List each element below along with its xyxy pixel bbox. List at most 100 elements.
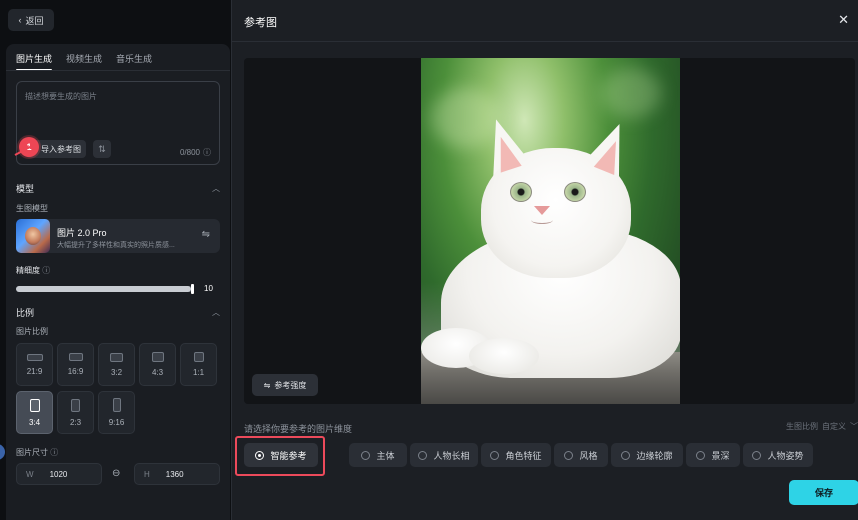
ratio-shape-icon (112, 398, 121, 412)
ratio-shape-icon (110, 352, 123, 362)
width-input[interactable]: W 1020 (16, 463, 102, 485)
sliders-icon: ⇋ (263, 380, 271, 390)
option-character[interactable]: 角色特征 (481, 443, 551, 467)
radio-icon (490, 450, 500, 460)
ratio-4-3[interactable]: 4:3 (139, 343, 176, 386)
ratio-label: 1:1 (192, 368, 205, 377)
option-label: 主体 (376, 450, 395, 461)
link-icon[interactable]: ⊖ (112, 468, 120, 479)
precision-slider-thumb[interactable] (191, 284, 194, 294)
cat-nose (534, 206, 550, 215)
ratio-21-9[interactable]: 21:9 (16, 343, 53, 386)
chevron-up-icon[interactable]: ︿ (212, 183, 220, 194)
close-icon[interactable]: ✕ (838, 12, 849, 28)
ratio-9-16[interactable]: 9:16 (98, 391, 135, 434)
prompt-input[interactable]: 描述想要生成的图片 导入参考图 1 ⇅ 0/800 ⓘ (14, 81, 220, 165)
chevron-up-icon[interactable]: ︿ (212, 307, 220, 318)
dimension-prompt: 请选择你要参考的图片维度 (244, 424, 353, 434)
tab-image-generation[interactable]: 图片生成 (16, 52, 53, 71)
ratio-hint-label: 生图比例 (786, 422, 818, 431)
reference-strength-label: 参考强度 (274, 380, 307, 390)
precision-value: 10 (204, 284, 213, 293)
ratio-label: 2:3 (69, 417, 82, 427)
generation-tabs: 图片生成 视频生成 音乐生成 (16, 52, 152, 71)
precision-label: 精细度 ⓘ (16, 265, 50, 276)
option-label: 景深 (711, 450, 730, 461)
model-selector[interactable]: 图片 2.0 Pro 大幅提升了多样性和真实的照片质感... ⇋ (16, 219, 220, 253)
save-button[interactable]: 保存 (789, 480, 858, 505)
radio-icon (564, 450, 574, 460)
option-depth[interactable]: 景深 (686, 443, 740, 467)
precision-slider[interactable] (16, 284, 194, 294)
ratio-3-2[interactable]: 3:2 (98, 343, 135, 386)
ratio-hint[interactable]: 生图比例 自定义 ﹀ (786, 421, 858, 432)
radio-icon (361, 450, 371, 460)
ratio-label: 16:9 (67, 367, 84, 376)
reference-preview: ⇋ 参考强度 (244, 58, 855, 404)
ratio-label: 3:2 (110, 367, 123, 377)
option-style[interactable]: 风格 (554, 443, 608, 467)
left-panel: ‹ 返回 图片生成 视频生成 音乐生成 描述想要生成的图片 导入参考图 1 ⇅ … (0, 0, 231, 520)
ratio-hint-value: 自定义 (822, 422, 846, 431)
option-pose[interactable]: 人物姿势 (743, 443, 813, 467)
cat-eye (510, 182, 532, 202)
ratio-16-9[interactable]: 16:9 (57, 343, 94, 386)
option-label: 风格 (579, 450, 598, 461)
ratio-shape-icon (71, 398, 80, 412)
ratio-shape-icon (29, 398, 40, 412)
reference-strength-button[interactable]: ⇋ 参考强度 (252, 374, 318, 396)
precision-label-text: 精细度 (16, 266, 40, 275)
radio-icon (752, 450, 762, 460)
ratio-1-1[interactable]: 1:1 (180, 343, 217, 386)
ratio-section-title: 比例 (16, 308, 35, 318)
option-label: 人物长相 (433, 450, 470, 461)
reference-photo (421, 58, 680, 404)
cat-eye (564, 182, 586, 202)
cat-mouth (531, 216, 553, 224)
ratio-shape-icon (193, 352, 204, 362)
chevron-left-icon: ‹ (18, 15, 22, 25)
tab-video-generation[interactable]: 视频生成 (66, 52, 102, 65)
ratio-label: 21:9 (26, 366, 43, 376)
info-icon: ⓘ (50, 448, 59, 457)
ratio-label: 3:4 (28, 417, 41, 427)
ratio-3-4[interactable]: 3:4 (16, 391, 53, 434)
ratio-shape-icon (26, 353, 43, 361)
width-label: W (26, 469, 34, 479)
model-section-title: 模型 (16, 184, 35, 194)
ratio-label: 4:3 (151, 368, 164, 377)
modal-divider (232, 41, 858, 42)
chevron-down-icon: ﹀ (850, 422, 858, 431)
option-subject[interactable]: 主体 (349, 443, 407, 467)
model-name: 图片 2.0 Pro (57, 228, 107, 238)
swap-button[interactable]: ⇅ (93, 140, 111, 158)
side-handle[interactable] (0, 444, 5, 460)
char-counter: 0/800 ⓘ (180, 147, 211, 158)
cat-paw (469, 338, 539, 374)
tab-music-generation[interactable]: 音乐生成 (116, 52, 152, 65)
back-button-label: 返回 (25, 15, 44, 26)
ratio-2-3[interactable]: 2:3 (57, 391, 94, 434)
modal-title: 参考图 (244, 17, 277, 29)
swap-icon: ⇅ (98, 143, 106, 154)
option-label: 角色特征 (505, 450, 542, 461)
sliders-icon[interactable]: ⇋ (202, 229, 210, 240)
info-icon: ⓘ (203, 148, 211, 157)
ratio-sub-label: 图片比例 (16, 327, 48, 336)
size-label: 图片尺寸 ⓘ (16, 447, 58, 458)
option-label: 人物姿势 (767, 450, 804, 461)
height-value: 1360 (165, 469, 184, 479)
model-description: 大幅提升了多样性和真实的照片质感... (57, 242, 175, 249)
option-edge-outline[interactable]: 边缘轮廓 (611, 443, 683, 467)
option-face[interactable]: 人物长相 (410, 443, 478, 467)
back-button[interactable]: ‹ 返回 (8, 9, 54, 31)
radio-icon (418, 450, 428, 460)
prompt-placeholder: 描述想要生成的图片 (25, 92, 97, 101)
option-label: 边缘轮廓 (636, 450, 673, 461)
info-icon: ⓘ (42, 266, 51, 275)
height-input[interactable]: H 1360 (134, 463, 220, 485)
radio-icon (696, 450, 706, 460)
size-label-text: 图片尺寸 (16, 448, 48, 457)
ratio-label: 9:16 (108, 418, 125, 427)
precision-slider-fill (16, 286, 191, 292)
